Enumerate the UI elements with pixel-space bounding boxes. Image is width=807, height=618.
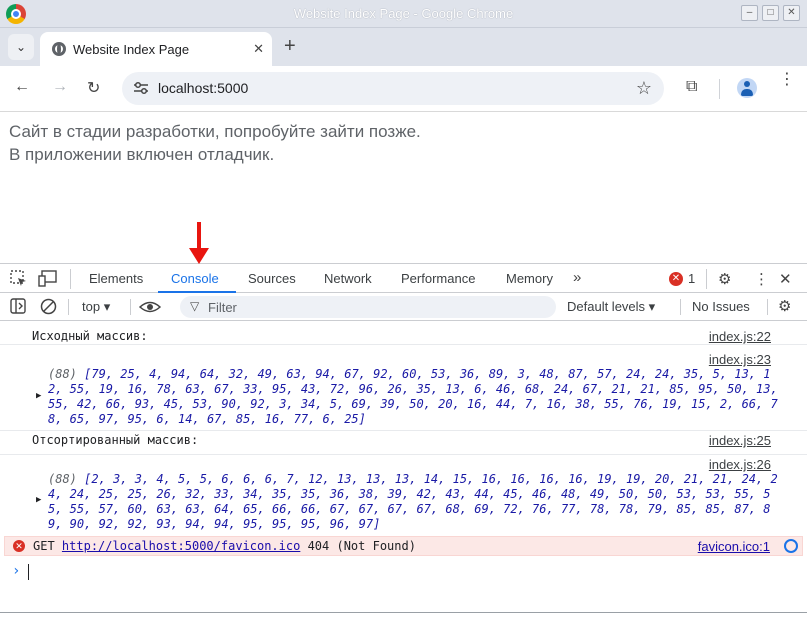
- console-input-caret[interactable]: [28, 564, 29, 580]
- filter-input[interactable]: [208, 299, 528, 315]
- globe-icon: [52, 42, 66, 56]
- source-link[interactable]: index.js:26: [709, 457, 771, 472]
- error-count-icon[interactable]: ✕: [669, 272, 683, 286]
- close-devtools-icon[interactable]: ✕: [779, 270, 792, 288]
- profile-avatar-icon[interactable]: [737, 78, 757, 98]
- tab-performance[interactable]: Performance: [401, 271, 475, 286]
- chrome-menu-icon[interactable]: ⋮: [779, 72, 795, 88]
- issues-counter[interactable]: No Issues: [692, 299, 750, 314]
- close-tab-icon[interactable]: ✕: [253, 41, 264, 57]
- annotation-arrow-icon: [189, 222, 209, 268]
- toolbar-separator: [68, 299, 69, 315]
- tab-title: Website Index Page: [73, 42, 190, 57]
- source-link[interactable]: index.js:23: [709, 352, 771, 367]
- close-window-button[interactable]: ✕: [783, 5, 800, 21]
- console-prompt-chevron-icon: ›: [12, 563, 21, 579]
- tab-memory[interactable]: Memory: [506, 271, 553, 286]
- minimize-button[interactable]: –: [741, 5, 758, 21]
- settings-gear-icon[interactable]: ⚙: [718, 270, 731, 288]
- array-value[interactable]: (88) [2, 3, 3, 4, 5, 5, 6, 6, 6, 7, 12, …: [48, 472, 778, 532]
- show-sidebar-icon[interactable]: [10, 298, 26, 314]
- inspect-element-icon[interactable]: [10, 270, 28, 288]
- forward-arrow-icon[interactable]: →: [52, 78, 68, 96]
- window-title: Website Index Page - Google Chrome: [293, 6, 514, 21]
- toolbar-separator: [680, 299, 681, 315]
- chevron-down-icon: ▾: [648, 299, 656, 314]
- live-expression-eye-icon[interactable]: [139, 299, 161, 315]
- error-icon: ✕: [13, 540, 25, 552]
- console-settings-gear-icon[interactable]: ⚙: [778, 297, 791, 315]
- reload-icon[interactable]: ↻: [87, 78, 100, 98]
- console-toolbar: top ▾ ▽ Default levels ▾ No Issues ⚙: [0, 293, 807, 321]
- error-url-link[interactable]: http://localhost:5000/favicon.ico: [62, 539, 300, 553]
- clear-console-icon[interactable]: [40, 298, 57, 315]
- tab-elements[interactable]: Elements: [89, 271, 143, 286]
- back-arrow-icon[interactable]: ←: [14, 78, 30, 96]
- devtools-tab-bar: Elements Console Sources Network Perform…: [0, 263, 807, 293]
- tab-network[interactable]: Network: [324, 271, 372, 286]
- browser-toolbar: ← → ↻ localhost:5000 ☆ ⧉ ⋮: [0, 66, 807, 112]
- error-count[interactable]: 1: [688, 271, 695, 286]
- site-info-icon[interactable]: [132, 80, 150, 96]
- device-toolbar-icon[interactable]: [38, 270, 58, 288]
- window-bottom-border: [0, 612, 807, 613]
- toolbar-divider: [719, 79, 720, 99]
- toolbar-separator: [767, 299, 768, 315]
- devtools-divider: [70, 269, 71, 289]
- tab-strip: ⌄ Website Index Page ✕ +: [0, 28, 807, 66]
- console-message: index.js:23 ▶ (88) [79, 25, 4, 94, 64, 3…: [0, 345, 807, 431]
- devtools-divider-2: [706, 269, 707, 289]
- tab-search-dropdown-icon[interactable]: ⌄: [8, 34, 34, 60]
- expand-triangle-icon[interactable]: ▶: [36, 495, 41, 505]
- tab-sources[interactable]: Sources: [248, 271, 296, 286]
- page-message-line2: В приложении включен отладчик.: [9, 145, 275, 164]
- toolbar-separator: [130, 299, 131, 315]
- address-bar[interactable]: localhost:5000 ☆: [122, 72, 664, 105]
- console-message: index.js:26 ▶ (88) [2, 3, 3, 4, 5, 5, 6,…: [0, 455, 807, 535]
- title-bar: Website Index Page - Google Chrome – □ ✕: [0, 0, 807, 28]
- extensions-puzzle-icon[interactable]: ⧉: [686, 78, 697, 96]
- page-message-line1: Сайт в стадии разработки, попробуйте зай…: [9, 122, 421, 141]
- console-message: Отсортированный массив: index.js:25: [0, 431, 807, 455]
- more-tabs-chevron-icon[interactable]: »: [573, 269, 581, 286]
- console-error-message: ✕ GET http://localhost:5000/favicon.ico …: [4, 536, 803, 556]
- filter-funnel-icon: ▽: [190, 299, 200, 313]
- source-link[interactable]: index.js:25: [709, 433, 771, 448]
- browser-window: Website Index Page - Google Chrome – □ ✕…: [0, 0, 807, 618]
- page-content: Сайт в стадии разработки, попробуйте зай…: [0, 113, 807, 263]
- filter-field[interactable]: ▽: [180, 296, 556, 318]
- devtools-menu-icon[interactable]: ⋮: [754, 270, 769, 288]
- network-request-icon[interactable]: [784, 539, 798, 553]
- tab-console[interactable]: Console: [171, 271, 219, 286]
- maximize-button[interactable]: □: [762, 5, 779, 21]
- context-selector[interactable]: top ▾: [82, 299, 110, 315]
- new-tab-button[interactable]: +: [284, 36, 296, 56]
- bookmark-star-icon[interactable]: ☆: [636, 78, 652, 99]
- array-value[interactable]: (88) [79, 25, 4, 94, 64, 32, 49, 63, 94,…: [48, 367, 778, 427]
- console-panel: Исходный массив: index.js:22 index.js:23…: [0, 321, 807, 618]
- console-message: Исходный массив: index.js:22: [0, 321, 807, 345]
- log-levels-dropdown[interactable]: Default levels ▾: [567, 299, 655, 315]
- expand-triangle-icon[interactable]: ▶: [36, 391, 41, 401]
- url-text: localhost:5000: [158, 80, 249, 96]
- error-source-link[interactable]: favicon.ico:1: [698, 539, 770, 554]
- source-link[interactable]: index.js:22: [709, 329, 771, 344]
- tab-active[interactable]: Website Index Page ✕: [40, 32, 272, 66]
- chevron-down-icon: ▾: [103, 299, 111, 314]
